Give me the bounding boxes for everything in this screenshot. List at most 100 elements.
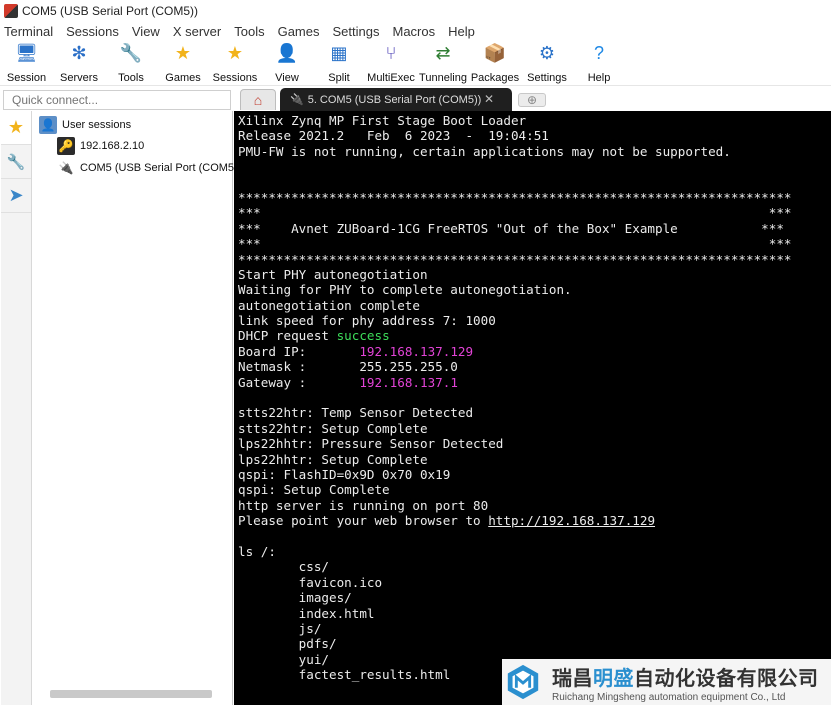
- tab-close-icon[interactable]: ✕: [484, 92, 494, 106]
- terminal-line: ls /:: [238, 544, 831, 559]
- terminal-text: ls /:: [238, 543, 276, 559]
- terminal-line: *** ***: [238, 205, 831, 220]
- toolbar-label: Tunneling: [419, 72, 467, 84]
- serial-plug-icon: 🔌: [290, 94, 304, 106]
- menu-tools[interactable]: Tools: [230, 24, 268, 39]
- terminal-text: Start PHY autonegotiation: [238, 266, 428, 282]
- terminal-text: 192.168.137.1: [359, 374, 458, 390]
- session-item-ssh-label: 192.168.2.10: [80, 140, 145, 152]
- terminal-text: Xilinx Zynq MP First Stage Boot Loader: [238, 113, 527, 128]
- terminal-line: *** ***: [238, 236, 831, 251]
- toolbar-sessions-button[interactable]: ★ Sessions: [209, 41, 261, 86]
- company-watermark: 瑞昌明盛自动化设备有限公司 Ruichang Mingsheng automat…: [502, 659, 831, 705]
- menu-macros[interactable]: Macros: [388, 24, 439, 39]
- toolbar-split-button[interactable]: ▦ Split: [313, 41, 365, 86]
- toolbar-view-button[interactable]: 👤 View: [261, 41, 313, 86]
- menu-x-server[interactable]: X server: [169, 24, 225, 39]
- terminal-text: *** Avnet ZUBoard-1CG FreeRTOS "Out of t…: [238, 220, 784, 236]
- terminal-line: Xilinx Zynq MP First Stage Boot Loader: [238, 113, 831, 128]
- company-logo-icon: [507, 664, 539, 700]
- terminal-text: Gateway :: [238, 374, 360, 390]
- serial-plug-icon: 🔌: [58, 161, 74, 175]
- toolbar-packages-button[interactable]: 📦 Packages: [469, 41, 521, 86]
- tab-com5[interactable]: 🔌 5. COM5 (USB Serial Port (COM5)) ✕: [280, 88, 512, 111]
- home-tab[interactable]: ⌂: [240, 89, 276, 110]
- toolbar-settings-button[interactable]: ⚙ Settings: [521, 41, 573, 86]
- main-toolbar: 🖥 Session ✻ Servers 🔧 Tools ★ Games ★ Sessions 👤 Vi…: [0, 41, 831, 86]
- sessions-horizontal-scrollbar[interactable]: [50, 690, 212, 698]
- toolbar-label: Session: [6, 72, 47, 84]
- toolbar-label: Packages: [470, 72, 520, 84]
- sessions-panel: 👤 User sessions 🔑 192.168.2.10 🔌 COM5 (U…: [33, 111, 241, 705]
- terminal-line: DHCP request success: [238, 328, 831, 343]
- company-name-en: Ruichang Mingsheng automation equipment …: [552, 691, 786, 703]
- terminal-text: Waiting for PHY to complete autonegotiat…: [238, 282, 572, 298]
- sidebar-tools-button[interactable]: 🔧: [1, 145, 31, 179]
- packages-icon: 📦: [483, 43, 507, 63]
- toolbar-tools-button[interactable]: 🔧 Tools: [105, 41, 157, 86]
- new-tab-button[interactable]: ⊕: [518, 93, 546, 107]
- toolbar-multiexec-button[interactable]: ⑂ MultiExec: [365, 41, 417, 86]
- games-icon: ★: [174, 43, 192, 63]
- terminal-text: yui/: [238, 651, 329, 667]
- plus-icon: ⊕: [526, 93, 538, 107]
- terminal-line: Waiting for PHY to complete autonegotiat…: [238, 282, 831, 297]
- terminal-line: Start PHY autonegotiation: [238, 267, 831, 282]
- terminal-text: Board IP:: [238, 343, 360, 359]
- sidebar-macros-button[interactable]: ➤: [1, 179, 31, 213]
- menu-settings[interactable]: Settings: [329, 24, 384, 39]
- terminal-line: ****************************************…: [238, 190, 831, 205]
- user-sessions-folder[interactable]: 👤 User sessions: [39, 116, 131, 134]
- terminal-text: js/: [238, 620, 322, 636]
- terminal-text: link speed for phy address 7: 1000: [238, 313, 496, 329]
- toolbar-session-button[interactable]: 🖥 Session: [0, 41, 53, 86]
- menu-view[interactable]: View: [128, 24, 164, 39]
- terminal-text: 192.168.137.129: [359, 343, 474, 359]
- terminal-text: index.html: [238, 605, 375, 621]
- terminal-text: Please point your web browser to: [238, 513, 489, 529]
- session-icon: 🖥: [15, 43, 38, 63]
- menu-terminal[interactable]: Terminal: [0, 24, 57, 39]
- session-item-ssh[interactable]: 🔑 192.168.2.10: [57, 137, 144, 155]
- terminal-text: stts22htr: Temp Sensor Detected: [238, 405, 474, 421]
- toolbar-games-button[interactable]: ★ Games: [157, 41, 209, 86]
- window-title: COM5 (USB Serial Port (COM5)): [22, 4, 199, 18]
- sidebar-sessions-button[interactable]: ★: [1, 111, 31, 145]
- menu-games[interactable]: Games: [274, 24, 324, 39]
- session-item-com5[interactable]: 🔌 COM5 (USB Serial Port (COM5)): [57, 159, 242, 177]
- sidebar-icon-strip: ★ 🔧 ➤: [1, 111, 32, 705]
- paper-plane-icon: ➤: [8, 185, 24, 205]
- view-icon: 👤: [275, 43, 299, 63]
- servers-icon: ✻: [71, 43, 87, 63]
- toolbar-label: Tools: [118, 72, 144, 84]
- terminal-output[interactable]: Xilinx Zynq MP First Stage Boot Loader Re…: [234, 111, 831, 705]
- terminal-text: *** ***: [238, 236, 792, 252]
- quick-connect-input[interactable]: [3, 90, 231, 110]
- toolbar-tunneling-button[interactable]: ⇄ Tunneling: [417, 41, 469, 86]
- terminal-text: stts22htr: Setup Complete: [238, 420, 428, 436]
- terminal-text: css/: [238, 559, 329, 575]
- terminal-text: Netmask : 255.255.255.0: [238, 359, 458, 375]
- terminal-line: Release 2021.2 Feb 6 2023 - 19:04:51: [238, 128, 831, 143]
- tools-icon: 🔧: [119, 43, 143, 63]
- tab-com5-label: 5. COM5 (USB Serial Port (COM5)): [307, 93, 482, 106]
- mobaxterm-app-icon: [4, 4, 18, 18]
- menu-bar: Terminal Sessions View X server Tools Games Se…: [0, 22, 831, 41]
- terminal-line: ****************************************…: [238, 252, 831, 267]
- terminal-line: lps22hhtr: Pressure Sensor Detected: [238, 436, 831, 451]
- terminal-text: DHCP request: [238, 328, 337, 344]
- toolbar-help-button[interactable]: ? Help: [573, 41, 625, 86]
- terminal-line: stts22htr: Temp Sensor Detected: [238, 405, 831, 420]
- menu-help[interactable]: Help: [444, 24, 479, 39]
- terminal-line: autonegotiation complete: [238, 298, 831, 313]
- menu-sessions[interactable]: Sessions: [62, 24, 123, 39]
- home-icon: ⌂: [253, 92, 263, 108]
- terminal-text: lps22hhtr: Pressure Sensor Detected: [238, 436, 504, 452]
- star-icon: ★: [7, 117, 25, 137]
- terminal-link[interactable]: http://192.168.137.129: [488, 513, 655, 528]
- toolbar-servers-button[interactable]: ✻ Servers: [53, 41, 105, 86]
- session-item-com5-label: COM5 (USB Serial Port (COM5)): [80, 162, 242, 174]
- tools-icon: 🔧: [6, 153, 26, 171]
- terminal-text: success: [336, 328, 390, 344]
